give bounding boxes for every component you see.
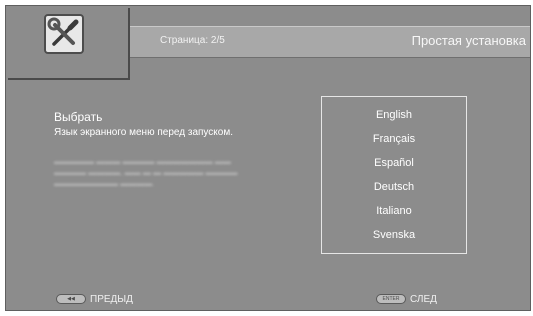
select-description: Язык экранного меню перед запуском. — [54, 127, 234, 138]
wrench-screwdriver-icon — [44, 14, 84, 54]
language-list: English Français Español Deutsch Italian… — [321, 96, 467, 254]
header-title: Простая установка — [411, 33, 526, 48]
language-option[interactable]: Svenska — [322, 227, 466, 243]
select-heading: Выбрать — [54, 110, 103, 124]
logo-box — [8, 8, 130, 80]
language-option[interactable]: Deutsch — [322, 179, 466, 195]
back-key-icon: ◀◀ — [56, 294, 86, 304]
blurred-note: ▬▬▬▬▬ ▬▬▬ ▬▬▬▬ ▬▬▬▬▬▬▬ ▬▬ ▬▬▬▬ ▬▬▬▬, ▬▬ … — [54, 157, 238, 188]
enter-key-icon: ENTER — [376, 294, 406, 304]
setup-screen: Страница: 2/5 Простая установка Выбрать … — [5, 5, 531, 311]
language-option[interactable]: Italiano — [322, 203, 466, 219]
language-option[interactable]: Français — [322, 131, 466, 147]
prev-label: ПРЕДЫД — [90, 293, 133, 305]
next-label: СЛЕД — [410, 293, 437, 305]
header-bar: Страница: 2/5 Простая установка — [130, 26, 530, 58]
language-option[interactable]: English — [322, 107, 466, 123]
next-button[interactable]: ENTER СЛЕД — [376, 292, 437, 306]
prev-button[interactable]: ◀◀ ПРЕДЫД — [56, 292, 133, 306]
language-option[interactable]: Español — [322, 155, 466, 171]
page-indicator: Страница: 2/5 — [160, 35, 225, 46]
